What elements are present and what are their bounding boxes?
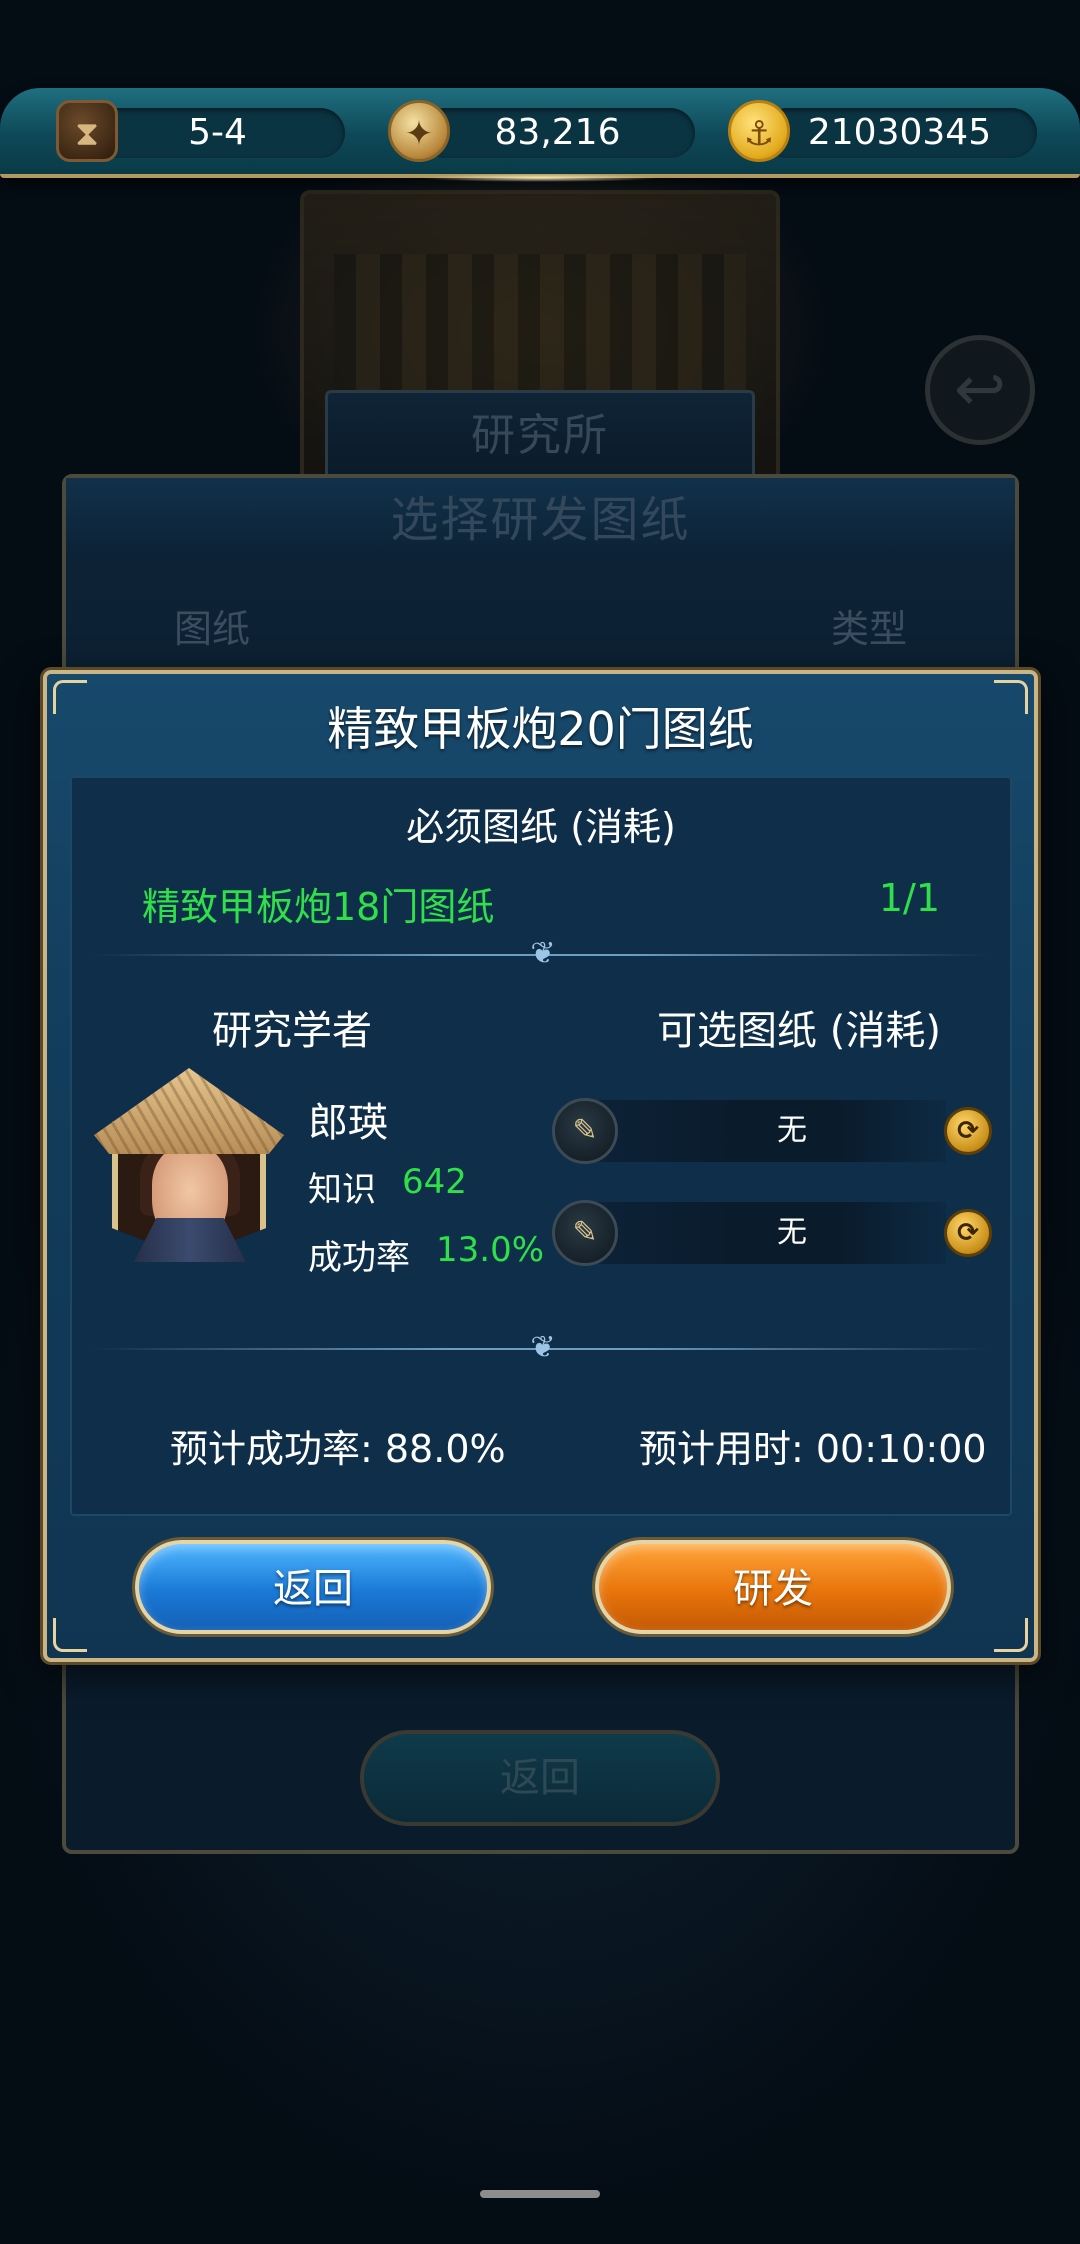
required-blueprint-name: 精致甲板炮18门图纸 [142, 885, 495, 929]
optional-blueprint-heading: 可选图纸 (消耗) [657, 1008, 941, 1054]
divider-ornament-icon: ❦ [530, 936, 556, 971]
required-blueprint-count: 1/1 [878, 876, 940, 920]
slot-label: 无 [777, 1215, 807, 1250]
dialog-corner-ornament [994, 1618, 1028, 1652]
blueprint-scroll-icon: ✎ [552, 1098, 618, 1164]
estimated-success-rate: 预计成功率: 88.0% [170, 1427, 506, 1471]
resource-bar: 5-4 ⧗ 83,216 ✦ 21030345 ⚓ [0, 88, 1080, 182]
background-col-type: 类型 [830, 607, 907, 651]
swap-refresh-icon[interactable]: ⟳ [944, 1209, 992, 1257]
optional-blueprint-slot-1[interactable]: ✎ 无 ⟳ [552, 1098, 992, 1164]
scholar-name: 郎瑛 [308, 1100, 388, 1146]
swap-refresh-icon[interactable]: ⟳ [944, 1107, 992, 1155]
back-button[interactable]: 返回 [135, 1540, 491, 1634]
optional-blueprint-slot-2[interactable]: ✎ 无 ⟳ [552, 1200, 992, 1266]
dialog-title: 精致甲板炮20门图纸 [327, 702, 754, 756]
gold-resource-display: 21030345 [762, 108, 1037, 158]
scholar-heading: 研究学者 [212, 1008, 372, 1054]
divider-ornament-icon: ❦ [530, 1330, 556, 1365]
scholar-portrait[interactable] [94, 1068, 284, 1268]
anchor-coin-icon: ⚓ [728, 100, 790, 162]
success-rate-label: 成功率 [308, 1238, 410, 1278]
background-return-button: 返回 [360, 1730, 720, 1826]
background-col-blueprint: 图纸 [174, 607, 251, 651]
slot-label: 无 [777, 1113, 807, 1148]
background-panel-title: 选择研发图纸 [66, 478, 1015, 558]
home-indicator[interactable] [480, 2190, 600, 2198]
blueprint-scroll-icon: ✎ [552, 1200, 618, 1266]
hourglass-icon: ⧗ [56, 100, 118, 162]
stage-display: 5-4 [90, 108, 345, 158]
success-rate-value: 13.0% [436, 1230, 545, 1270]
background-institute-tab: 研究所 [325, 390, 755, 480]
develop-button[interactable]: 研发 [595, 1540, 951, 1634]
straw-hat-icon [94, 1068, 284, 1154]
research-dialog: 精致甲板炮20门图纸 必须图纸 (消耗) 精致甲板炮18门图纸 1/1 ❦ 研究… [43, 670, 1038, 1662]
knowledge-label: 知识 [308, 1170, 376, 1210]
knowledge-value: 642 [402, 1162, 467, 1202]
estimated-time: 预计用时: 00:10:00 [639, 1427, 987, 1471]
compass-resource-display: 83,216 [420, 108, 695, 158]
required-blueprint-heading: 必须图纸 (消耗) [406, 805, 676, 849]
dialog-corner-ornament [53, 1618, 87, 1652]
dialog-content-panel: 必须图纸 (消耗) 精致甲板炮18门图纸 1/1 ❦ 研究学者 可选图纸 (消耗… [70, 776, 1012, 1516]
compass-icon: ✦ [388, 100, 450, 162]
background-back-arrow-icon: ↩ [925, 335, 1035, 445]
